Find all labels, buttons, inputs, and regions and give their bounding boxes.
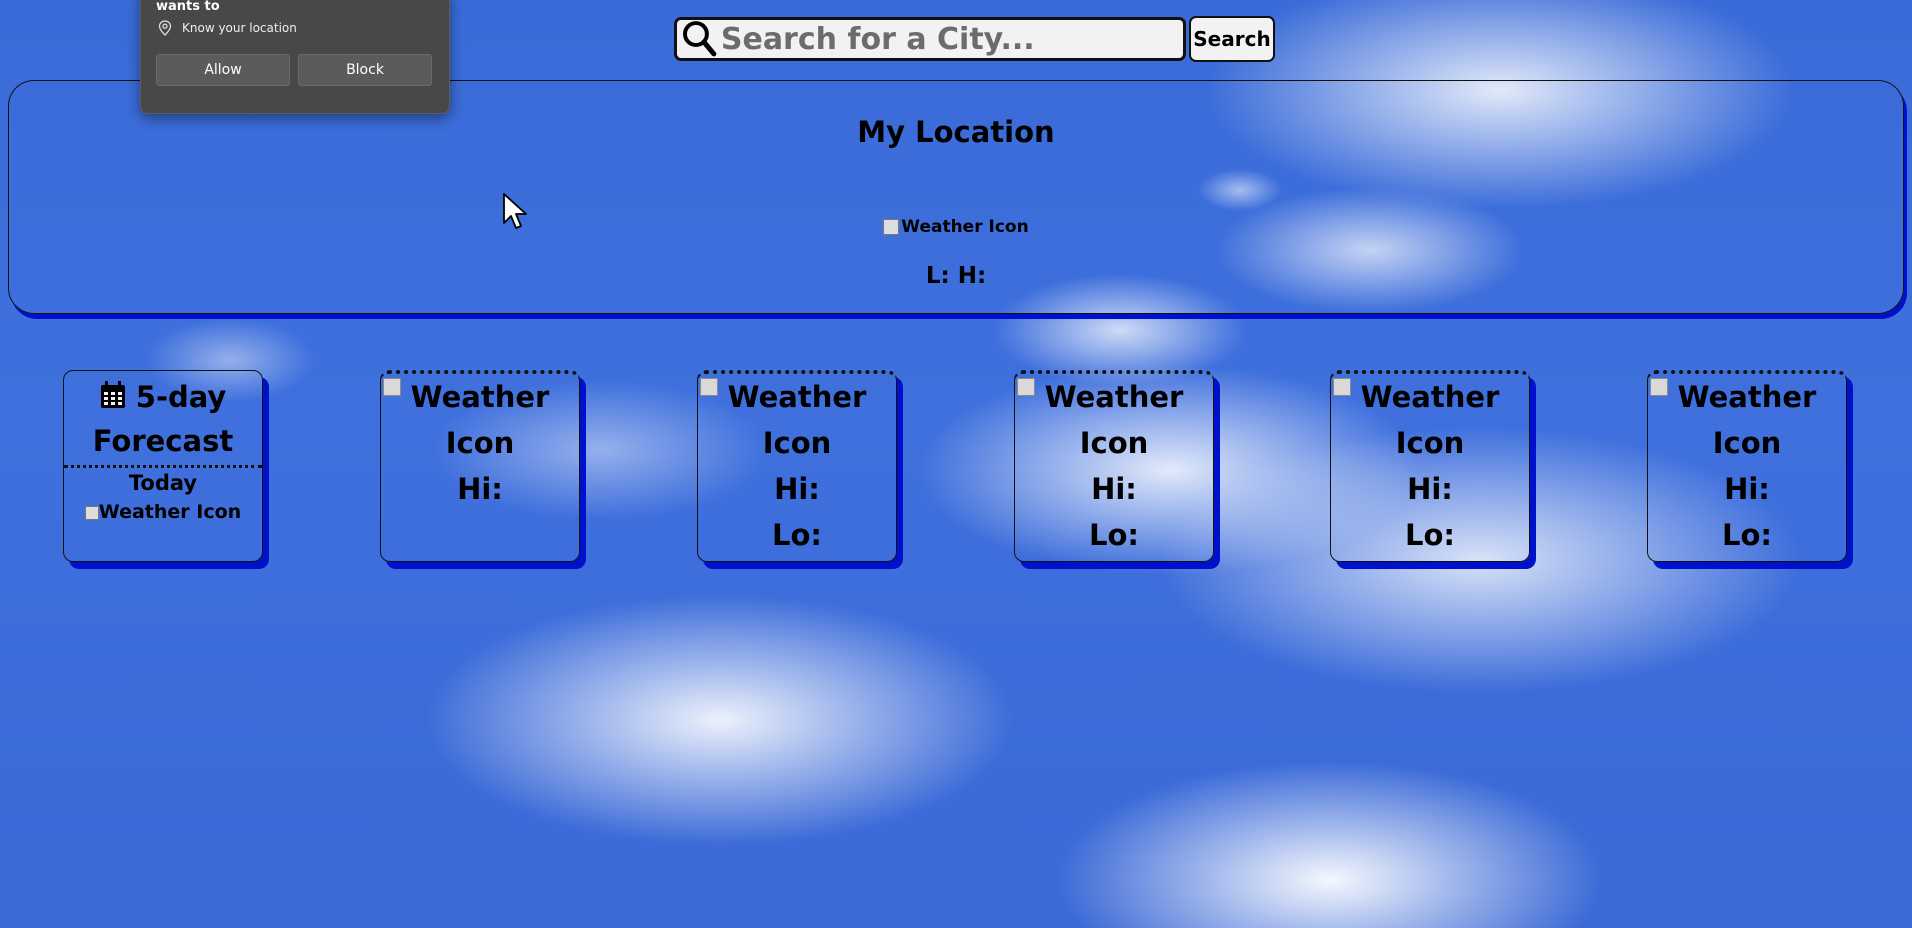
hi-temp: Hi: <box>457 472 503 506</box>
location-pin-icon <box>158 20 172 36</box>
forecast-day-card: Weather Icon Hi: Lo: <box>1647 370 1847 562</box>
calendar-icon <box>100 381 125 408</box>
broken-image-icon <box>1333 378 1351 396</box>
weather-icon-alt: Icon <box>445 426 515 460</box>
weather-icon-alt: Weather <box>1044 380 1184 414</box>
hi-temp: Hi: <box>1724 472 1770 506</box>
forecast-title-line2: Forecast <box>92 424 234 458</box>
weather-icon-alt: Weather <box>727 380 867 414</box>
lo-temp: Lo: <box>1405 518 1455 552</box>
weather-icon-alt: Weather Icon <box>901 217 1029 237</box>
forecast-day-card: Weather Icon Hi: Lo: <box>1014 370 1214 562</box>
today-label: Today <box>128 471 198 495</box>
weather-icon-alt: Weather Icon <box>98 501 242 523</box>
lo-temp: Lo: <box>1089 518 1139 552</box>
weather-icon-alt: Weather <box>410 380 550 414</box>
search-bar: Search <box>674 16 1275 62</box>
hi-temp: Hi: <box>1091 472 1137 506</box>
broken-image-icon <box>383 378 401 396</box>
current-weather-icon: Weather Icon <box>9 217 1903 237</box>
forecast-title-line1: 5-day <box>135 380 227 414</box>
weather-icon-alt: Icon <box>1395 426 1465 460</box>
permission-heading: wants to <box>156 0 220 14</box>
search-input[interactable] <box>716 20 1183 58</box>
forecast-day-card: Weather Icon Hi: Lo: <box>697 370 897 562</box>
today-weather-icon: Weather Icon <box>64 498 262 526</box>
weather-icon-alt: Icon <box>1712 426 1782 460</box>
search-button[interactable]: Search <box>1189 16 1275 62</box>
broken-image-icon <box>84 505 99 520</box>
block-button[interactable]: Block <box>298 54 432 86</box>
weather-icon-alt: Icon <box>762 426 832 460</box>
current-weather-panel: My Location Weather Icon L: H: <box>8 80 1904 314</box>
location-title: My Location <box>857 115 1055 149</box>
weather-icon-alt: Weather <box>1677 380 1817 414</box>
forecast-header-card: 5-day Forecast Today Weather Icon <box>63 370 263 562</box>
permission-request: Know your location <box>158 20 297 36</box>
forecast-day-card: Weather Icon Hi: <box>380 370 580 562</box>
allow-button[interactable]: Allow <box>156 54 290 86</box>
lo-temp: Lo: <box>772 518 822 552</box>
broken-image-icon <box>1650 378 1668 396</box>
broken-image-icon <box>1017 378 1035 396</box>
permission-label: Know your location <box>182 21 297 35</box>
hi-temp: Hi: <box>1407 472 1453 506</box>
search-field[interactable] <box>674 17 1186 61</box>
location-permission-popup: wants to Know your location Allow Block <box>140 0 450 114</box>
search-icon <box>682 21 717 57</box>
current-temps: L: H: <box>925 263 987 289</box>
hi-temp: Hi: <box>774 472 820 506</box>
broken-image-icon <box>883 219 900 235</box>
lo-temp: Lo: <box>1722 518 1772 552</box>
broken-image-icon <box>700 378 718 396</box>
weather-icon-alt: Icon <box>1079 426 1149 460</box>
forecast-title: 5-day Forecast <box>64 371 262 463</box>
weather-icon-alt: Weather <box>1360 380 1500 414</box>
forecast-day-card: Weather Icon Hi: Lo: <box>1330 370 1530 562</box>
mouse-cursor-icon <box>503 193 527 229</box>
